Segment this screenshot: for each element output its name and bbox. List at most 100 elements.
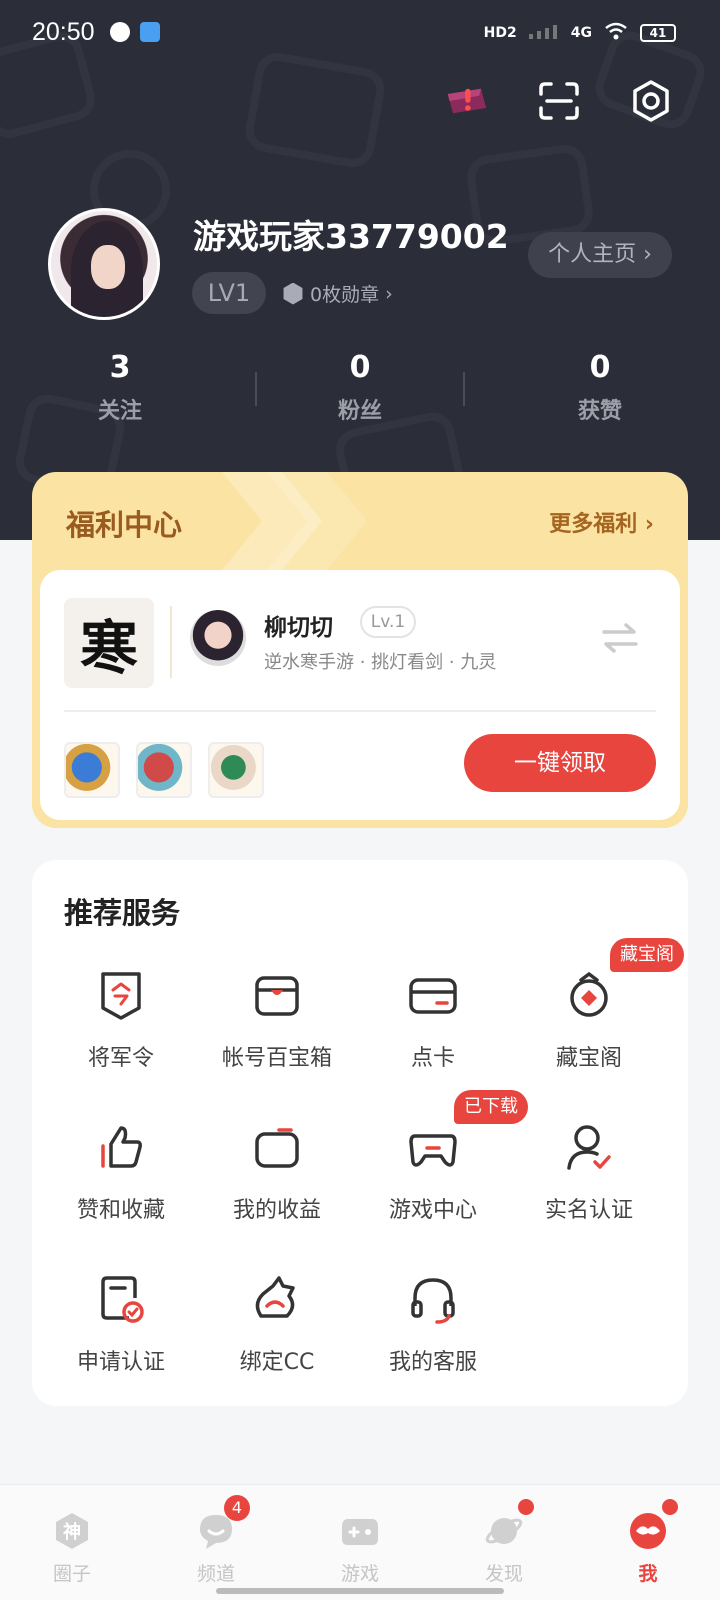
- home-indicator[interactable]: [216, 1588, 504, 1594]
- reward-item[interactable]: [208, 742, 264, 798]
- nav-label: 我: [638, 1563, 658, 1585]
- nav-channel[interactable]: 4 频道: [144, 1485, 288, 1600]
- service-real-name-auth[interactable]: 实名认证: [514, 1120, 664, 1224]
- service-label: 游戏中心: [388, 1198, 477, 1223]
- service-game-center[interactable]: 已下载 游戏中心: [358, 1090, 528, 1224]
- service-bind-cc[interactable]: 绑定CC: [202, 1272, 352, 1376]
- stat-following[interactable]: 3 关注: [0, 350, 240, 425]
- service-label: 赞和收藏: [76, 1198, 165, 1223]
- game-role-panel: 寒 柳切切 Lv.1 逆水寒手游 · 挑灯看剑 · 九灵 一键领取: [40, 570, 680, 820]
- service-label: 绑定CC: [239, 1350, 315, 1375]
- recommended-services: 推荐服务 将军令 帐号百宝箱 点卡 藏宝阁 藏宝阁 赞和收藏 我的收益 已下载 …: [32, 860, 688, 1406]
- service-apply-cert[interactable]: 申请认证: [46, 1272, 196, 1376]
- nav-red-dot: [518, 1499, 534, 1515]
- username: 游戏玩家33779002: [193, 217, 509, 256]
- shen-circle-icon: 神: [56, 1513, 88, 1549]
- reward-items: [64, 742, 264, 798]
- welfare-title: 福利中心: [66, 508, 183, 542]
- nav-label: 游戏: [340, 1563, 379, 1585]
- role-name: 柳切切: [264, 615, 333, 641]
- headset-icon: [411, 1278, 455, 1324]
- service-label: 帐号百宝箱: [221, 1046, 332, 1071]
- service-account-box[interactable]: 帐号百宝箱: [202, 968, 352, 1072]
- scan-icon[interactable]: [538, 80, 580, 122]
- nav-me[interactable]: 我: [576, 1485, 720, 1600]
- service-label: 实名认证: [544, 1198, 633, 1223]
- service-label: 藏宝阁: [555, 1046, 622, 1071]
- level-badge[interactable]: LV1: [192, 272, 266, 314]
- role-level: Lv.1: [360, 606, 416, 638]
- stat-label: 关注: [97, 399, 142, 424]
- stat-likes[interactable]: 0 获赞: [480, 350, 720, 425]
- service-treasure-pavilion[interactable]: 藏宝阁 藏宝阁: [514, 938, 684, 1072]
- stat-value: 0: [589, 350, 611, 385]
- services-title: 推荐服务: [64, 896, 181, 930]
- status-notification-icons: [110, 22, 160, 42]
- medals-count: 0枚勋章: [310, 284, 380, 306]
- gamepad-icon: [342, 1519, 378, 1545]
- bottom-navigation: 神 圈子 4 频道 游戏 发现 我: [0, 1484, 720, 1600]
- service-likes-favorites[interactable]: 赞和收藏: [46, 1120, 196, 1224]
- nav-games[interactable]: 游戏: [288, 1485, 432, 1600]
- svg-text:神: 神: [63, 1521, 81, 1543]
- treasure-box-icon: [255, 976, 299, 1016]
- service-label: 我的收益: [232, 1198, 321, 1223]
- wifi-icon: [604, 22, 628, 44]
- gift-notification-icon[interactable]: [446, 80, 488, 122]
- service-label: 我的客服: [388, 1350, 477, 1375]
- cc-bind-icon: [255, 1276, 295, 1318]
- more-welfare-label: 更多福利: [549, 512, 638, 537]
- hd-icon: HD2: [483, 25, 517, 41]
- status-time: 20:50: [32, 18, 95, 46]
- treasure-pavilion-icon: [570, 971, 608, 1017]
- service-point-card[interactable]: 点卡: [358, 968, 508, 1072]
- nav-label: 发现: [484, 1563, 523, 1585]
- stat-followers[interactable]: 0 粉丝: [240, 350, 480, 425]
- divider: [170, 606, 172, 678]
- me-mask-icon: [630, 1513, 666, 1549]
- status-right: HD2 4G 41: [484, 22, 676, 44]
- stat-label: 粉丝: [337, 399, 382, 424]
- stat-value: 3: [109, 350, 131, 385]
- signal-icon: [528, 23, 559, 43]
- divider: [64, 710, 656, 712]
- service-label: 将军令: [87, 1046, 154, 1071]
- user-verified-icon: [567, 1125, 611, 1170]
- service-customer-support[interactable]: 我的客服: [358, 1272, 508, 1376]
- wallet-icon: [255, 1128, 299, 1168]
- user-avatar[interactable]: [48, 208, 160, 320]
- nav-discover[interactable]: 发现: [432, 1485, 576, 1600]
- gamepad-icon: [409, 1134, 457, 1167]
- service-label: 申请认证: [76, 1350, 165, 1375]
- stat-label: 获赞: [577, 399, 622, 424]
- more-welfare-link[interactable]: 更多福利 ›: [549, 506, 654, 538]
- profile-stats: 3 关注 0 粉丝 0 获赞: [0, 350, 720, 425]
- status-bar: 20:50 HD2 4G 41: [0, 0, 720, 68]
- claim-all-button[interactable]: 一键领取: [464, 734, 656, 792]
- service-general-token[interactable]: 将军令: [46, 968, 196, 1072]
- planet-icon: [485, 1518, 523, 1544]
- welfare-center-card: 福利中心 更多福利 › 寒 柳切切 Lv.1 逆水寒手游 · 挑灯看剑 · 九灵…: [32, 472, 688, 828]
- stat-divider: [463, 372, 465, 406]
- personal-homepage-button[interactable]: 个人主页 ›: [528, 232, 672, 278]
- app-notification-icon: [140, 22, 160, 42]
- switch-role-icon[interactable]: [600, 622, 640, 654]
- chevron-right-icon: ›: [644, 512, 654, 537]
- homepage-label: 个人主页: [548, 242, 637, 267]
- reward-item[interactable]: [136, 742, 192, 798]
- nav-label: 圈子: [52, 1563, 91, 1585]
- settings-icon[interactable]: [630, 80, 672, 122]
- reward-item[interactable]: [64, 742, 120, 798]
- thumbs-up-icon: [101, 1126, 142, 1168]
- stat-value: 0: [349, 350, 371, 385]
- service-label: 点卡: [410, 1046, 455, 1071]
- nav-circle[interactable]: 神 圈子: [0, 1485, 144, 1600]
- battery-icon: 41: [640, 24, 676, 42]
- service-tag: 藏宝阁: [610, 938, 684, 972]
- app-notification-icon: [110, 22, 130, 42]
- service-my-earnings[interactable]: 我的收益: [202, 1120, 352, 1224]
- role-avatar: [190, 610, 246, 666]
- service-tag: 已下载: [454, 1090, 528, 1124]
- medals-link[interactable]: 0枚勋章 ›: [282, 280, 393, 307]
- nav-label: 频道: [196, 1563, 235, 1585]
